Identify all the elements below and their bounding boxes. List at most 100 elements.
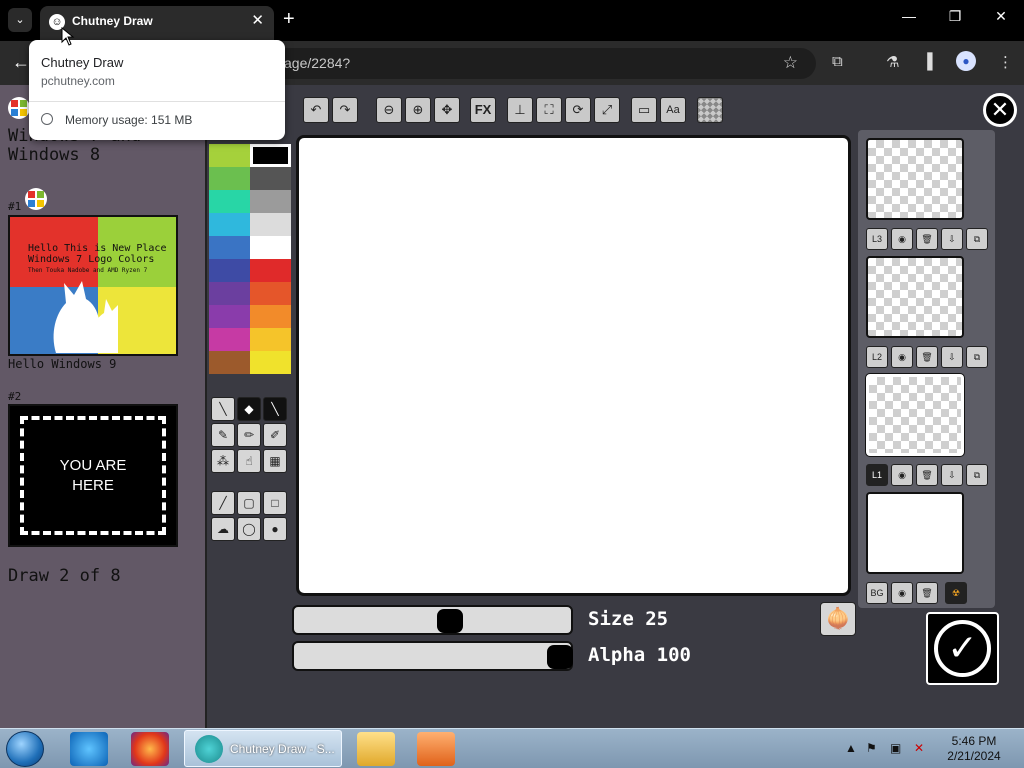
selection-icon[interactable]: ▭ <box>631 97 657 123</box>
palette-swatch[interactable] <box>250 305 291 328</box>
eye-icon[interactable]: ◉ <box>891 228 913 250</box>
redo-icon[interactable]: ↷ <box>332 97 358 123</box>
palette-swatch[interactable] <box>209 328 250 351</box>
palette-swatch[interactable] <box>250 351 291 374</box>
stamp-icon[interactable]: ⊥ <box>507 97 533 123</box>
bookmark-star-icon[interactable]: ☆ <box>783 53 798 73</box>
palette-swatch[interactable] <box>209 305 250 328</box>
eye-icon[interactable]: ◉ <box>891 346 913 368</box>
transparency-icon[interactable] <box>697 97 723 123</box>
labs-icon[interactable]: ⚗ <box>886 53 899 71</box>
resize-icon[interactable]: ⤢ <box>594 97 620 123</box>
size-slider-handle[interactable] <box>436 609 463 633</box>
undo-icon[interactable]: ↶ <box>303 97 329 123</box>
palette-swatch[interactable] <box>250 328 291 351</box>
firefox-icon[interactable] <box>131 732 169 766</box>
new-tab-button[interactable]: + <box>283 6 295 32</box>
ellipse-fill-icon[interactable]: ● <box>263 517 287 541</box>
taskbar-active-window[interactable]: Chutney Draw - S... <box>184 730 342 767</box>
author-avatar-icon[interactable] <box>25 188 47 210</box>
fx-icon[interactable]: FX <box>470 97 496 123</box>
palette-swatch[interactable] <box>250 167 291 190</box>
eye-icon[interactable]: ◉ <box>891 582 913 604</box>
taskbar-clock[interactable]: 5:46 PM 2/21/2024 <box>939 734 1009 764</box>
action-center-flag-icon[interactable]: ⚑ <box>866 741 877 755</box>
dither-icon[interactable]: ▦ <box>263 449 287 473</box>
move-down-icon[interactable]: ⇩ <box>941 228 963 250</box>
merge-icon[interactable]: ⧉ <box>966 228 988 250</box>
layer-thumbnail[interactable] <box>866 374 964 456</box>
thread-image-1[interactable]: Hello This is New Place Windows 7 Logo C… <box>8 215 178 356</box>
minimize-button[interactable]: — <box>886 8 932 24</box>
spray-icon[interactable]: ⁂ <box>211 449 235 473</box>
profile-avatar-icon[interactable]: ● <box>956 51 976 71</box>
trash-icon[interactable]: 🗑 <box>916 464 938 486</box>
palette-swatch[interactable] <box>209 351 250 374</box>
network-icon[interactable]: ▣ <box>890 741 901 755</box>
palette-swatch[interactable] <box>250 144 291 167</box>
volume-muted-icon[interactable]: ✕ <box>914 741 924 755</box>
pen-icon[interactable]: ╲ <box>211 397 235 421</box>
paint-brush-icon[interactable]: ✎ <box>211 423 235 447</box>
show-hidden-icons-icon[interactable]: ▲ <box>845 741 857 755</box>
zoom-in-icon[interactable]: ⊕ <box>405 97 431 123</box>
palette-swatch[interactable] <box>250 190 291 213</box>
rect-outline-icon[interactable]: ▢ <box>237 491 261 515</box>
file-explorer-icon[interactable] <box>357 732 395 766</box>
confirm-button[interactable]: ✓ <box>926 612 999 685</box>
media-player-icon[interactable] <box>417 732 455 766</box>
drawing-canvas[interactable] <box>296 135 851 596</box>
palette-swatch[interactable] <box>250 282 291 305</box>
layer-label[interactable]: L3 <box>866 228 888 250</box>
layer-thumbnail[interactable] <box>866 138 964 220</box>
ellipse-outline-icon[interactable]: ◯ <box>237 517 261 541</box>
browser-menu-icon[interactable]: ⋮ <box>998 53 1013 71</box>
layer-thumbnail[interactable] <box>866 256 964 338</box>
layer-label[interactable]: L2 <box>866 346 888 368</box>
palette-swatch[interactable] <box>209 167 250 190</box>
palette-swatch[interactable] <box>250 259 291 282</box>
palette-swatch[interactable] <box>250 213 291 236</box>
line-icon[interactable]: ╱ <box>211 491 235 515</box>
internet-explorer-icon[interactable] <box>70 732 108 766</box>
browser-tab[interactable]: ☺ Chutney Draw ✕ <box>40 6 274 41</box>
extensions-icon[interactable]: ⧉ <box>832 53 843 70</box>
zoom-out-icon[interactable]: ⊖ <box>376 97 402 123</box>
size-slider[interactable] <box>292 605 573 635</box>
restore-button[interactable]: ❐ <box>932 8 978 25</box>
bucket-icon[interactable]: ⛶ <box>536 97 562 123</box>
layer-label[interactable]: BG <box>866 582 888 604</box>
trash-icon[interactable]: 🗑 <box>916 582 938 604</box>
tab-search-chevron-icon[interactable]: ⌄ <box>8 8 32 32</box>
rotate-icon[interactable]: ⟳ <box>565 97 591 123</box>
layer-label[interactable]: L1 <box>866 464 888 486</box>
close-window-button[interactable]: ✕ <box>978 8 1024 25</box>
layer-thumbnail[interactable] <box>866 492 964 574</box>
move-down-icon[interactable]: ⇩ <box>941 464 963 486</box>
palette-swatch[interactable] <box>209 213 250 236</box>
alpha-slider[interactable] <box>292 641 573 671</box>
side-panel-icon[interactable]: ▐ <box>922 53 933 70</box>
palette-swatch[interactable] <box>209 144 250 167</box>
merge-icon[interactable]: ⧉ <box>966 346 988 368</box>
lasso-icon[interactable]: ☁ <box>211 517 235 541</box>
palette-swatch[interactable] <box>209 190 250 213</box>
onion-skin-icon[interactable]: 🧅 <box>820 602 856 636</box>
back-arrow-icon[interactable]: ← <box>12 52 30 73</box>
palette-swatch[interactable] <box>209 236 250 259</box>
brush-icon[interactable]: ╲ <box>263 397 287 421</box>
text-icon[interactable]: Aa <box>660 97 686 123</box>
palette-swatch[interactable] <box>209 259 250 282</box>
tab-close-icon[interactable]: ✕ <box>251 11 264 29</box>
smudge-icon[interactable]: ☝ <box>237 449 261 473</box>
eraser-icon[interactable]: ◆ <box>237 397 261 421</box>
start-button[interactable] <box>6 731 44 767</box>
rect-fill-icon[interactable]: □ <box>263 491 287 515</box>
palette-swatch[interactable] <box>209 282 250 305</box>
eye-icon[interactable]: ◉ <box>891 464 913 486</box>
merge-icon[interactable]: ⧉ <box>966 464 988 486</box>
move-down-icon[interactable]: ⇩ <box>941 346 963 368</box>
alpha-slider-handle[interactable] <box>547 645 573 669</box>
airbrush-icon[interactable]: ✐ <box>263 423 287 447</box>
thread-image-2[interactable]: YOU ARE HERE <box>8 404 178 547</box>
